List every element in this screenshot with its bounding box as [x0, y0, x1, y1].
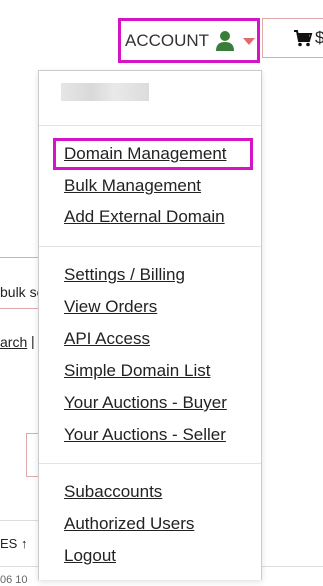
- caret-down-icon: [243, 37, 256, 45]
- menu-item-api-access[interactable]: API Access: [64, 329, 150, 349]
- menu-item-simple-domain-list[interactable]: Simple Domain List: [64, 361, 210, 381]
- account-dropdown-menu: Domain Management Bulk Management Add Ex…: [38, 70, 262, 580]
- menu-item-subaccounts[interactable]: Subaccounts: [64, 482, 162, 502]
- menu-item-domain-management[interactable]: Domain Management: [64, 144, 227, 164]
- menu-item-auctions-seller[interactable]: Your Auctions - Seller: [64, 425, 226, 445]
- user-icon: [216, 30, 235, 51]
- menu-item-bulk-management[interactable]: Bulk Management: [64, 176, 201, 196]
- account-button[interactable]: ACCOUNT: [118, 18, 260, 63]
- menu-item-add-external-domain[interactable]: Add External Domain: [64, 207, 225, 227]
- cart-amount-fragment: $: [315, 28, 323, 47]
- date-fragment: 06 10: [0, 574, 28, 586]
- bulk-search-box: [0, 257, 40, 309]
- menu-item-auctions-buyer[interactable]: Your Auctions - Buyer: [64, 393, 227, 413]
- menu-item-settings-billing[interactable]: Settings / Billing: [64, 265, 185, 285]
- shopping-cart-icon: [294, 30, 313, 47]
- sort-arrow-icon: ↑: [20, 536, 28, 551]
- table-divider: [262, 566, 323, 567]
- account-label: ACCOUNT: [125, 30, 210, 50]
- menu-item-view-orders[interactable]: View Orders: [64, 297, 157, 317]
- table-divider: [0, 520, 38, 521]
- menu-divider: [39, 125, 261, 126]
- search-link-fragment[interactable]: arch: [0, 334, 27, 350]
- blurred-username: [61, 83, 149, 101]
- menu-divider: [39, 463, 261, 464]
- menu-item-logout[interactable]: Logout: [64, 546, 116, 566]
- sort-column-label: ES: [0, 536, 18, 551]
- table-divider: [0, 566, 38, 567]
- pipe-separator: |: [31, 333, 35, 349]
- sort-column-header[interactable]: ES ↑: [0, 536, 27, 551]
- cart-button[interactable]: $: [262, 18, 323, 58]
- menu-item-authorized-users[interactable]: Authorized Users: [64, 514, 194, 534]
- menu-divider: [39, 246, 261, 247]
